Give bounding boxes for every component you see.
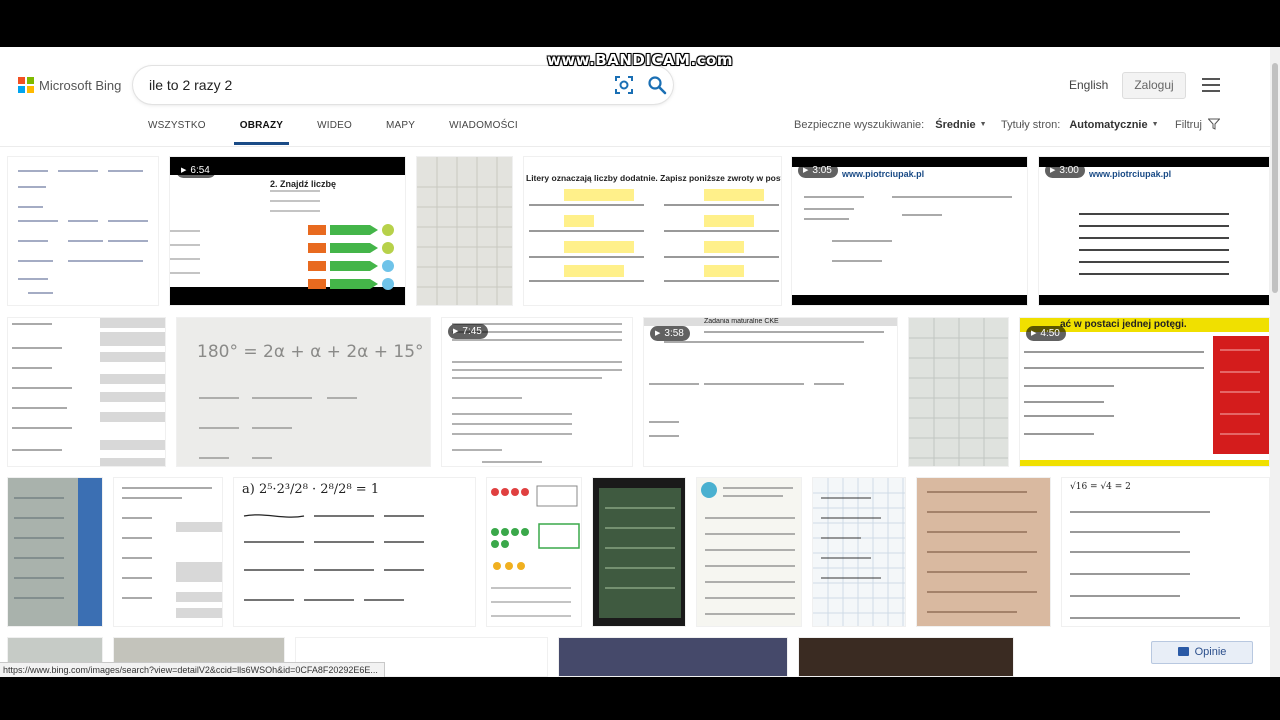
filter-label: Filtruj bbox=[1175, 119, 1202, 131]
image-result[interactable] bbox=[798, 637, 1014, 677]
thumbnail-caption: www.piotrciupak.pl bbox=[842, 169, 925, 179]
filter-button[interactable]: Filtruj bbox=[1175, 118, 1221, 131]
logo-square-green bbox=[27, 77, 34, 84]
image-result[interactable] bbox=[7, 317, 166, 467]
image-result[interactable] bbox=[908, 317, 1009, 467]
bing-logo[interactable]: Microsoft Bing bbox=[18, 77, 121, 93]
image-result[interactable]: Litery oznaczają liczby dodatnie. Zapisz… bbox=[523, 156, 782, 306]
thumbnail-caption: 180° = 2α + α + 2α + 15° bbox=[197, 342, 424, 362]
counting-exercise-thumbnail bbox=[491, 485, 580, 617]
math-formula-thumbnail bbox=[18, 170, 148, 294]
safe-search-value: Średnie bbox=[935, 119, 976, 131]
chat-icon bbox=[1177, 647, 1189, 656]
page-titles-filter[interactable]: Tytuły stron: Automatycznie ▼ bbox=[1001, 119, 1159, 131]
vertical-scrollbar[interactable] bbox=[1270, 47, 1280, 677]
thumbnail-caption: ać w postaci jednej potęgi. bbox=[1060, 319, 1187, 330]
safe-search-filter[interactable]: Bezpieczne wyszukiwanie: Średnie ▼ bbox=[794, 119, 987, 131]
image-result[interactable] bbox=[7, 477, 103, 627]
browser-viewport: Microsoft Bing English Zaloguj WSZYSTKO … bbox=[0, 47, 1280, 677]
video-duration-badge: 3:05 bbox=[798, 163, 838, 178]
tab-maps[interactable]: MAPY bbox=[386, 120, 415, 144]
video-duration-badge: 7:45 bbox=[448, 324, 488, 339]
chevron-down-icon: ▼ bbox=[1151, 121, 1159, 128]
roots-thumbnail bbox=[1070, 511, 1240, 619]
logo-square-red bbox=[18, 77, 25, 84]
image-result[interactable] bbox=[416, 156, 513, 306]
header-divider bbox=[0, 146, 1280, 147]
video-formula-thumbnail bbox=[804, 196, 1012, 262]
chevron-down-icon: ▼ bbox=[979, 121, 987, 128]
thumbnail-caption: Litery oznaczają liczby dodatnie. Zapisz… bbox=[526, 173, 781, 183]
video-duration-badge: 4:50 bbox=[1026, 326, 1066, 341]
funnel-icon bbox=[1207, 118, 1221, 130]
text-thumbnail bbox=[452, 323, 622, 463]
image-result[interactable] bbox=[113, 477, 223, 627]
handwritten-powers-thumbnail bbox=[243, 514, 424, 601]
feedback-button[interactable]: Opinie bbox=[1151, 641, 1253, 664]
brand-name: Microsoft Bing bbox=[39, 77, 122, 93]
video-result[interactable]: 3:05 www.piotrciupak.pl bbox=[791, 156, 1028, 306]
number-table-thumbnail bbox=[1079, 213, 1229, 275]
video-result[interactable]: 7:45 bbox=[441, 317, 633, 467]
worksheet-thumbnail bbox=[701, 482, 795, 615]
image-result[interactable]: a) 2⁵·2³/2⁸ · 2⁸/2⁸ = 1 bbox=[233, 477, 476, 627]
image-result[interactable] bbox=[558, 637, 788, 677]
safe-search-label: Bezpieczne wyszukiwanie: bbox=[794, 119, 925, 131]
thumbnail-caption: a) 2⁵·2³/2⁸ · 2⁸/2⁸ = 1 bbox=[242, 482, 380, 497]
video-duration-badge: 3:58 bbox=[650, 326, 690, 341]
video-result[interactable]: ać w postaci jednej potęgi. 4:50 bbox=[1019, 317, 1270, 467]
recorder-watermark: www.BANDICAM.com bbox=[546, 51, 733, 69]
page-titles-value: Automatycznie bbox=[1069, 119, 1148, 131]
image-result[interactable]: 180° = 2α + α + 2α + 15° bbox=[176, 317, 431, 467]
tab-videos[interactable]: WIDEO bbox=[317, 120, 352, 144]
logo-square-yellow bbox=[27, 86, 34, 93]
whiteboard-thumbnail bbox=[199, 397, 357, 459]
search-icon[interactable] bbox=[647, 75, 667, 95]
login-button[interactable]: Zaloguj bbox=[1122, 72, 1186, 99]
scrollbar-thumb[interactable] bbox=[1272, 63, 1278, 293]
feedback-label: Opinie bbox=[1194, 646, 1227, 658]
search-box bbox=[133, 66, 673, 104]
video-result[interactable]: 3:00 www.piotrciupak.pl bbox=[1038, 156, 1270, 306]
tab-all[interactable]: WSZYSTKO bbox=[148, 120, 206, 144]
image-result[interactable] bbox=[696, 477, 802, 627]
video-duration-badge: 3:00 bbox=[1045, 163, 1085, 178]
language-link[interactable]: English bbox=[1069, 78, 1108, 92]
page-titles-label: Tytuły stron: bbox=[1001, 119, 1061, 131]
video-duration-badge: 6:54 bbox=[176, 163, 216, 178]
status-bar-url: https://www.bing.com/images/search?view=… bbox=[0, 662, 385, 677]
video-result[interactable]: 6:54 2. Znajdź liczbę bbox=[169, 156, 406, 306]
image-result[interactable]: √16 = √4 = 2 bbox=[1061, 477, 1270, 627]
image-result[interactable] bbox=[812, 477, 906, 627]
calculation-thumbnail bbox=[12, 318, 165, 466]
notebook-photo-thumbnail bbox=[927, 491, 1037, 613]
search-input[interactable] bbox=[149, 66, 589, 104]
fractions-thumbnail bbox=[122, 487, 222, 618]
image-result[interactable] bbox=[592, 477, 686, 627]
thumbnail-caption: 2. Znajdź liczbę bbox=[270, 179, 337, 189]
logo-square-blue bbox=[18, 86, 25, 93]
image-result[interactable] bbox=[916, 477, 1051, 627]
search-tabs: WSZYSTKO OBRAZY WIDEO MAPY WIADOMOŚCI bbox=[148, 120, 552, 145]
thumbnail-caption: www.piotrciupak.pl bbox=[1089, 169, 1172, 179]
notebook-photo-thumbnail bbox=[14, 478, 102, 626]
image-result[interactable] bbox=[7, 156, 159, 306]
video-result[interactable]: Zadania maturalne CKE 3:58 bbox=[643, 317, 898, 467]
microsoft-logo-icon bbox=[18, 77, 34, 93]
image-result[interactable] bbox=[486, 477, 582, 627]
thumbnail-caption: Zadania maturalne CKE bbox=[704, 318, 779, 325]
tab-news[interactable]: WIADOMOŚCI bbox=[449, 120, 518, 144]
hamburger-menu-icon[interactable] bbox=[1202, 78, 1220, 92]
notebook-photo-thumbnail bbox=[417, 157, 512, 305]
notebook-photo-thumbnail bbox=[909, 318, 1008, 466]
tab-images[interactable]: OBRAZY bbox=[233, 120, 290, 145]
grid-notebook-thumbnail bbox=[813, 478, 905, 626]
notebook-photo-thumbnail bbox=[599, 488, 681, 618]
visual-search-icon[interactable] bbox=[615, 76, 633, 94]
thumbnail-caption: √16 = √4 = 2 bbox=[1070, 482, 1131, 492]
